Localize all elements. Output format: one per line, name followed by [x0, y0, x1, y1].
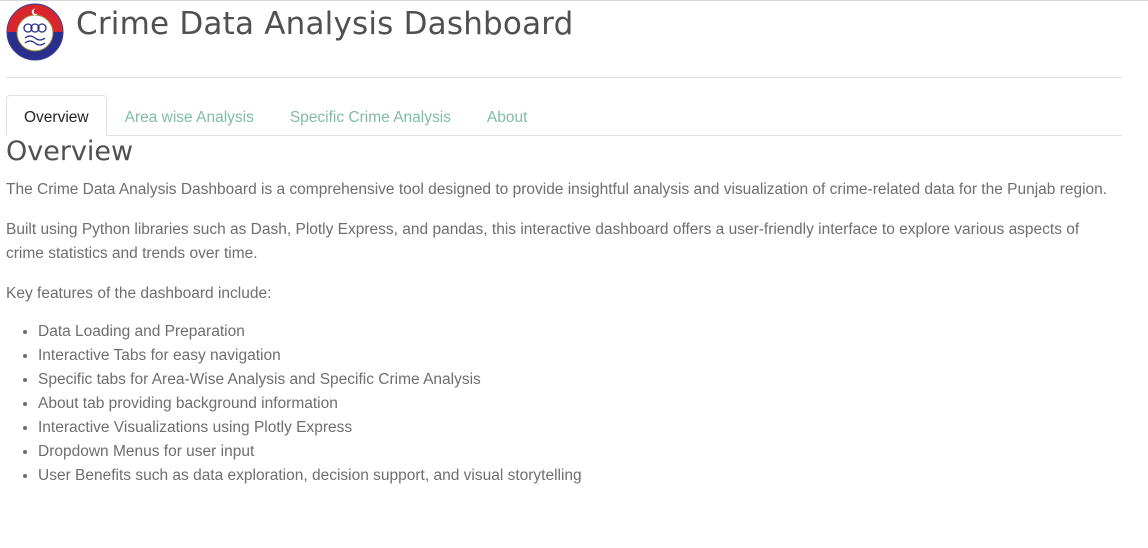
- features-list: Data Loading and Preparation Interactive…: [6, 320, 1116, 488]
- tab-bar: Overview Area wise Analysis Specific Cri…: [6, 94, 1122, 136]
- tab-about[interactable]: About: [469, 95, 546, 136]
- header-divider: [6, 77, 1122, 78]
- feature-item: Specific tabs for Area-Wise Analysis and…: [38, 368, 1116, 392]
- tab-specific-crime-analysis[interactable]: Specific Crime Analysis: [272, 95, 469, 136]
- tech-paragraph: Built using Python libraries such as Das…: [6, 221, 1080, 262]
- features-intro: Key features of the dashboard include:: [6, 285, 272, 302]
- feature-item: Interactive Visualizations using Plotly …: [38, 416, 1116, 440]
- feature-item: User Benefits such as data exploration, …: [38, 464, 1116, 488]
- page-title: Crime Data Analysis Dashboard: [76, 6, 574, 42]
- tab-area-wise-analysis[interactable]: Area wise Analysis: [107, 95, 272, 136]
- section-heading: Overview: [6, 136, 134, 167]
- overview-panel: Overview The Crime Data Analysis Dashboa…: [6, 136, 1116, 488]
- intro-paragraph: The Crime Data Analysis Dashboard is a c…: [6, 181, 1108, 198]
- punjab-police-logo-icon: [6, 3, 64, 61]
- page-header: Crime Data Analysis Dashboard: [6, 2, 574, 62]
- feature-item: About tab providing background informati…: [38, 392, 1116, 416]
- top-border: [0, 0, 1148, 1]
- feature-item: Dropdown Menus for user input: [38, 440, 1116, 464]
- feature-item: Data Loading and Preparation: [38, 320, 1116, 344]
- feature-item: Interactive Tabs for easy navigation: [38, 344, 1116, 368]
- tab-overview[interactable]: Overview: [6, 95, 107, 136]
